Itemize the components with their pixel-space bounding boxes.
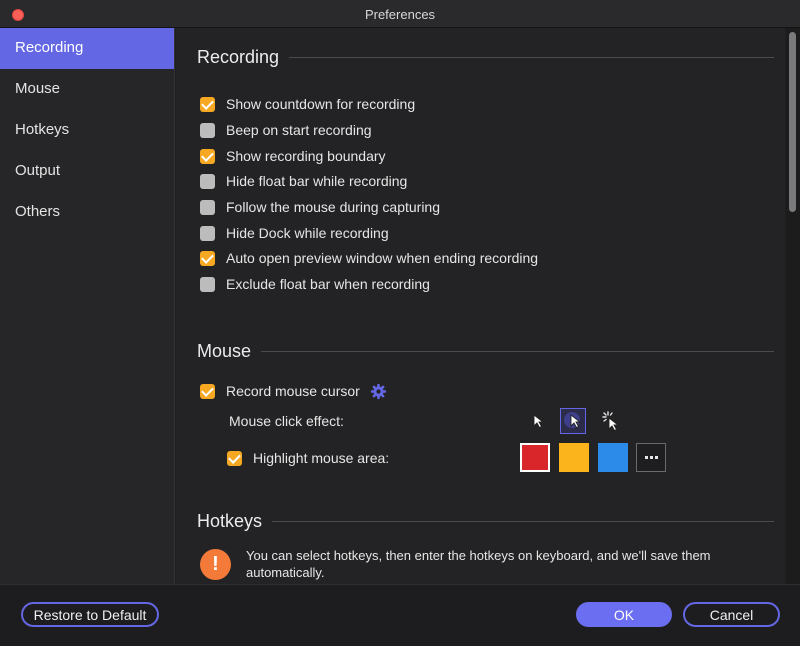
scrollbar-thumb[interactable]: [789, 32, 796, 212]
cursor-rays-icon[interactable]: [599, 408, 625, 434]
checkbox[interactable]: [200, 96, 215, 112]
preferences-content: Recording Show countdown for recording B…: [176, 28, 785, 584]
recording-section-title: Recording: [197, 47, 280, 67]
footer-bar: Restore to Default OK Cancel: [0, 584, 800, 646]
option-highlight-mouse-area[interactable]: Highlight mouse area:: [227, 448, 389, 468]
cursor-circle-icon[interactable]: [560, 408, 586, 434]
checkbox[interactable]: [200, 276, 215, 292]
option-label: Hide float bar while recording: [226, 173, 408, 189]
option-label: Follow the mouse during capturing: [226, 199, 441, 215]
sidebar: Recording Mouse Hotkeys Output Others: [0, 28, 175, 584]
option-record-mouse-cursor[interactable]: Record mouse cursor: [200, 381, 387, 401]
sidebar-item-mouse[interactable]: Mouse: [0, 69, 174, 110]
content-scrollbar[interactable]: [786, 28, 800, 584]
sidebar-item-recording[interactable]: Recording: [0, 28, 174, 69]
more-dots-icon[interactable]: [636, 443, 666, 472]
sidebar-item-hotkeys[interactable]: Hotkeys: [0, 110, 174, 151]
warning-icon: !: [200, 549, 231, 580]
option-label: Show countdown for recording: [226, 96, 416, 112]
hotkeys-info-text: You can select hotkeys, then enter the h…: [246, 548, 711, 580]
title-bar: Preferences: [0, 0, 800, 28]
recording-section-header: Recording: [197, 47, 774, 68]
checkbox[interactable]: [200, 383, 215, 399]
section-divider: [272, 521, 774, 522]
checkbox[interactable]: [200, 250, 215, 266]
option-hide-dock[interactable]: Hide Dock while recording: [200, 223, 389, 243]
option-label: Highlight mouse area:: [253, 450, 390, 466]
checkbox[interactable]: [200, 199, 215, 215]
highlight-color-blue[interactable]: [598, 443, 628, 472]
mouse-section-header: Mouse: [197, 341, 774, 362]
option-auto-open-preview[interactable]: Auto open preview window when ending rec…: [200, 248, 538, 268]
option-label: Auto open preview window when ending rec…: [226, 250, 539, 266]
cursor-plain-icon[interactable]: [526, 408, 552, 434]
option-label: Record mouse cursor: [226, 383, 360, 399]
hotkeys-section-header: Hotkeys: [197, 511, 774, 532]
ok-button[interactable]: OK: [576, 602, 672, 627]
checkbox[interactable]: [200, 148, 215, 164]
option-label: Exclude float bar when recording: [226, 276, 430, 292]
section-divider: [261, 351, 774, 352]
checkbox[interactable]: [200, 225, 215, 241]
checkbox[interactable]: [200, 173, 215, 189]
option-show-boundary[interactable]: Show recording boundary: [200, 146, 386, 166]
option-follow-mouse[interactable]: Follow the mouse during capturing: [200, 197, 440, 217]
mouse-click-effect-label: Mouse click effect:: [229, 413, 344, 429]
cancel-button[interactable]: Cancel: [683, 602, 780, 627]
highlight-color-red[interactable]: [520, 443, 550, 472]
option-label: Show recording boundary: [226, 148, 386, 164]
option-label: Beep on start recording: [226, 122, 372, 138]
sidebar-item-others[interactable]: Others: [0, 192, 174, 233]
window-title: Preferences: [364, 7, 436, 22]
highlight-color-yellow[interactable]: [559, 443, 589, 472]
option-show-countdown[interactable]: Show countdown for recording: [200, 94, 415, 114]
option-label: Hide Dock while recording: [226, 225, 389, 241]
hotkeys-section-title: Hotkeys: [197, 511, 263, 531]
option-exclude-float-bar[interactable]: Exclude float bar when recording: [200, 274, 430, 294]
option-beep-on-start[interactable]: Beep on start recording: [200, 120, 372, 140]
mouse-section-title: Mouse: [197, 341, 252, 361]
checkbox[interactable]: [227, 450, 242, 466]
restore-default-button[interactable]: Restore to Default: [21, 602, 159, 627]
option-hide-float-bar[interactable]: Hide float bar while recording: [200, 171, 407, 191]
gear-icon[interactable]: [370, 383, 387, 400]
checkbox[interactable]: [200, 122, 215, 138]
section-divider: [289, 57, 774, 58]
sidebar-item-output[interactable]: Output: [0, 151, 174, 192]
